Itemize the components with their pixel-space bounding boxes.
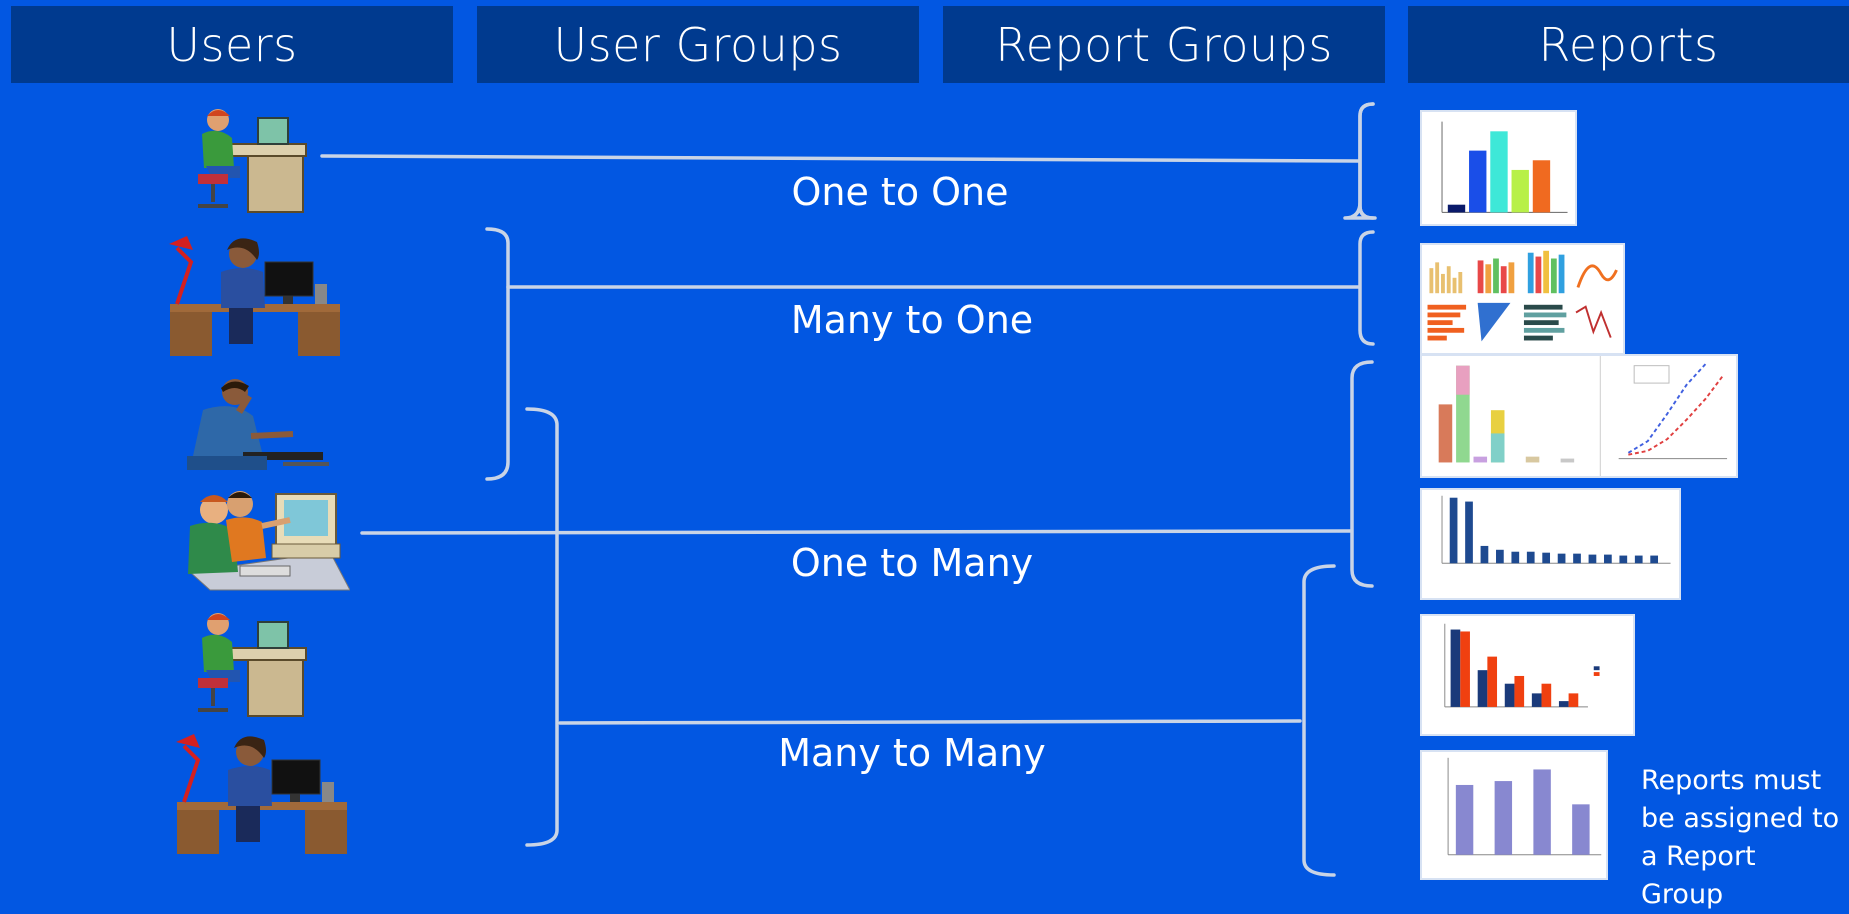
user-icon-desk-lamp xyxy=(169,236,340,356)
one-to-many-report-bracket xyxy=(1350,360,1374,588)
report-thumbnail-descending-bars xyxy=(1420,488,1681,600)
relation-many-to-one: Many to One xyxy=(790,298,1034,342)
one-to-one-line xyxy=(320,154,1360,163)
many-to-many-user-bracket xyxy=(525,407,559,847)
report-group-note: Reports must be assigned to a Report Gro… xyxy=(1641,765,1840,910)
many-to-many-report-bracket xyxy=(1302,564,1336,877)
report-thumbnail-bar-chart xyxy=(1420,110,1577,226)
report-thumbnail-chart-grid xyxy=(1420,243,1625,355)
user-icon-desk-lamp-2 xyxy=(176,734,347,854)
many-to-one-user-bracket xyxy=(485,227,510,481)
relation-one-to-many: One to Many xyxy=(790,541,1034,585)
user-icon-thinking xyxy=(187,379,329,470)
one-to-many-line xyxy=(360,529,1352,535)
report-thumbnail-grouped-bars xyxy=(1420,614,1635,736)
relation-one-to-one: One to One xyxy=(791,170,1009,214)
user-icon-team-computer xyxy=(188,491,350,591)
report-thumbnail-seasonal-bars xyxy=(1420,750,1608,880)
many-to-one-report-bracket xyxy=(1358,230,1375,346)
relation-many-to-many: Many to Many xyxy=(778,731,1046,775)
many-to-many-line xyxy=(558,719,1302,725)
report-thumbnail-stacked-and-line xyxy=(1420,354,1738,478)
user-icon-laptop xyxy=(198,109,307,213)
user-icon-laptop-2 xyxy=(198,613,307,717)
